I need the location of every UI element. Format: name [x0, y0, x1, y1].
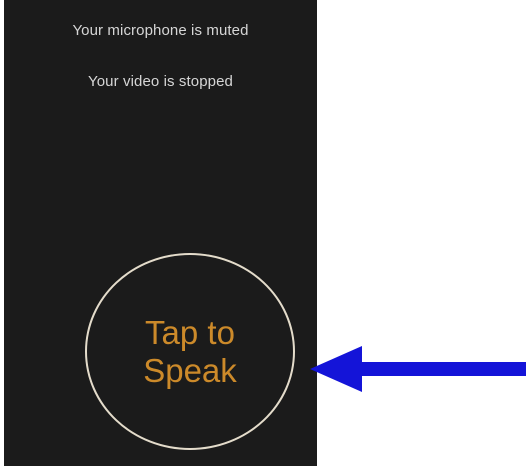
screenshot-canvas: Your microphone is muted Your video is s… — [0, 0, 526, 466]
video-status-text: Your video is stopped — [88, 73, 233, 90]
tap-to-speak-button[interactable]: Tap to Speak — [85, 253, 295, 450]
tap-to-speak-label-line2: Speak — [143, 351, 237, 389]
arrow-shape — [310, 346, 526, 392]
meeting-screen: Your microphone is muted Your video is s… — [4, 0, 317, 466]
tap-to-speak-label-line1: Tap to — [145, 313, 235, 351]
microphone-status-text: Your microphone is muted — [72, 22, 249, 39]
left-arrow-icon — [310, 346, 526, 392]
